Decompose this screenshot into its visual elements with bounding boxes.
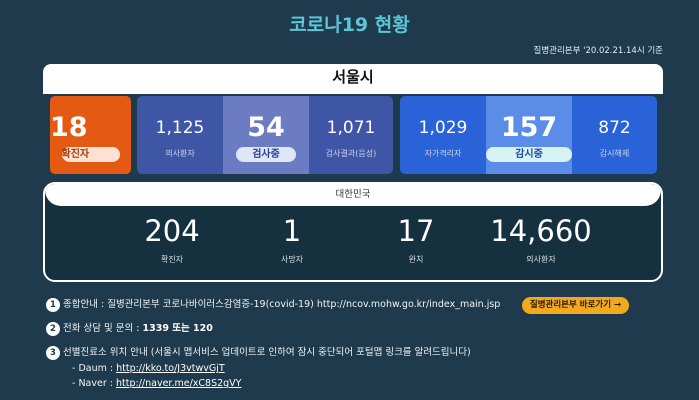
reference-date: 질병관리본부 '20.02.21.14시 기준	[533, 46, 664, 56]
seoul-monitoring-stat: 157 감시중	[486, 96, 572, 174]
korea-recovered-value: 17	[397, 214, 435, 248]
note-number-3: 3	[46, 346, 60, 360]
seoul-confirmed-tile: 18 확진자	[50, 96, 131, 174]
page-title: 코로나19 현황	[289, 14, 410, 36]
seoul-negative-label: 검사결과(음성)	[325, 149, 377, 158]
note-number-1: 1	[46, 298, 60, 312]
seoul-suspected-label: 의사환자	[165, 149, 195, 158]
naver-line: - Naver : http://naver.me/xC8S2gVY	[72, 376, 241, 392]
korea-header: 대한민국	[45, 184, 661, 206]
note-clinic-text: 선별진료소 위치 안내 (서울시 맵서비스 업데이트로 인하여 잠시 중단되어 …	[63, 347, 471, 358]
daum-map-link[interactable]: http://kko.to/J3vtwvGjT	[116, 363, 225, 374]
seoul-isolation-tile: 1,029 자가격리자 157 감시중 872 감시해제	[400, 96, 657, 174]
korea-panel: 대한민국 204 확진자 1 사망자 17 완치 14,660 의사환자	[43, 182, 663, 282]
korea-suspected-label: 의사환자	[526, 255, 556, 264]
seoul-released-stat: 872 감시해제	[572, 96, 657, 174]
seoul-isolated-value: 1,029	[418, 118, 468, 138]
korea-recovered-label: 완치	[408, 255, 424, 264]
seoul-checking-tile: 1,125 의사환자 54 검사중 1,071 검사결과(음성)	[137, 96, 393, 174]
korea-recovered-stat: 17 완치	[378, 214, 454, 265]
seoul-testing-stat: 54 검사중	[223, 96, 309, 174]
seoul-released-value: 872	[598, 118, 631, 138]
seoul-testing-label: 검사중	[236, 147, 296, 162]
info-notes: 1 종합안내 : 질병관리본부 코로나바이러스감염증-19(covid-19) …	[46, 297, 666, 396]
daum-line: - Daum : http://kko.to/J3vtwvGjT	[72, 361, 225, 377]
daum-label: - Daum :	[72, 363, 117, 374]
korea-suspected-stat: 14,660 의사환자	[481, 214, 601, 265]
note-clinic: 3 선별진료소 위치 안내 (서울시 맵서비스 업데이트로 인하여 잠시 중단되…	[46, 346, 666, 396]
seoul-negative-value: 1,071	[326, 118, 376, 138]
korea-suspected-value: 14,660	[490, 214, 592, 248]
note-phone-text: 전화 상담 및 문의 : 1339 또는 120	[63, 321, 213, 337]
note-general: 1 종합안내 : 질병관리본부 코로나바이러스감염증-19(covid-19) …	[46, 297, 666, 322]
seoul-suspected-stat: 1,125 의사환자	[137, 96, 223, 174]
korea-deaths-stat: 1 사망자	[257, 214, 327, 265]
korea-confirmed-value: 204	[144, 214, 200, 248]
korea-confirmed-stat: 204 확진자	[127, 214, 217, 265]
seoul-isolated-stat: 1,029 자가격리자	[400, 96, 486, 174]
seoul-confirmed-label: 확진자	[61, 147, 120, 162]
korea-deaths-value: 1	[282, 214, 302, 248]
seoul-header: 서울시	[43, 64, 663, 94]
note-phone-number: 1339 또는 120	[142, 323, 213, 334]
seoul-released-label: 감시해제	[599, 149, 630, 158]
note-number-2: 2	[46, 322, 60, 336]
naver-map-link[interactable]: http://naver.me/xC8S2gVY	[116, 378, 241, 389]
seoul-suspected-value: 1,125	[155, 118, 205, 138]
seoul-confirmed-value: 18	[50, 112, 88, 143]
seoul-negative-stat: 1,071 검사결과(음성)	[309, 96, 393, 174]
korea-deaths-label: 사망자	[280, 255, 304, 264]
kdca-shortcut-button[interactable]: 질병관리본부 바로가기 →	[522, 297, 629, 314]
korea-confirmed-label: 확진자	[160, 255, 184, 264]
seoul-monitoring-label: 감시중	[486, 147, 572, 162]
note-phone: 2 전화 상담 및 문의 : 1339 또는 120	[46, 322, 666, 346]
seoul-isolated-label: 자가격리자	[424, 149, 462, 158]
note-phone-prefix: 전화 상담 및 문의 :	[63, 323, 143, 334]
note-general-text: 종합안내 : 질병관리본부 코로나바이러스감염증-19(covid-19) ht…	[63, 299, 501, 310]
seoul-testing-value: 54	[247, 112, 285, 143]
naver-label: - Naver :	[72, 378, 116, 389]
seoul-monitoring-value: 157	[500, 112, 558, 143]
